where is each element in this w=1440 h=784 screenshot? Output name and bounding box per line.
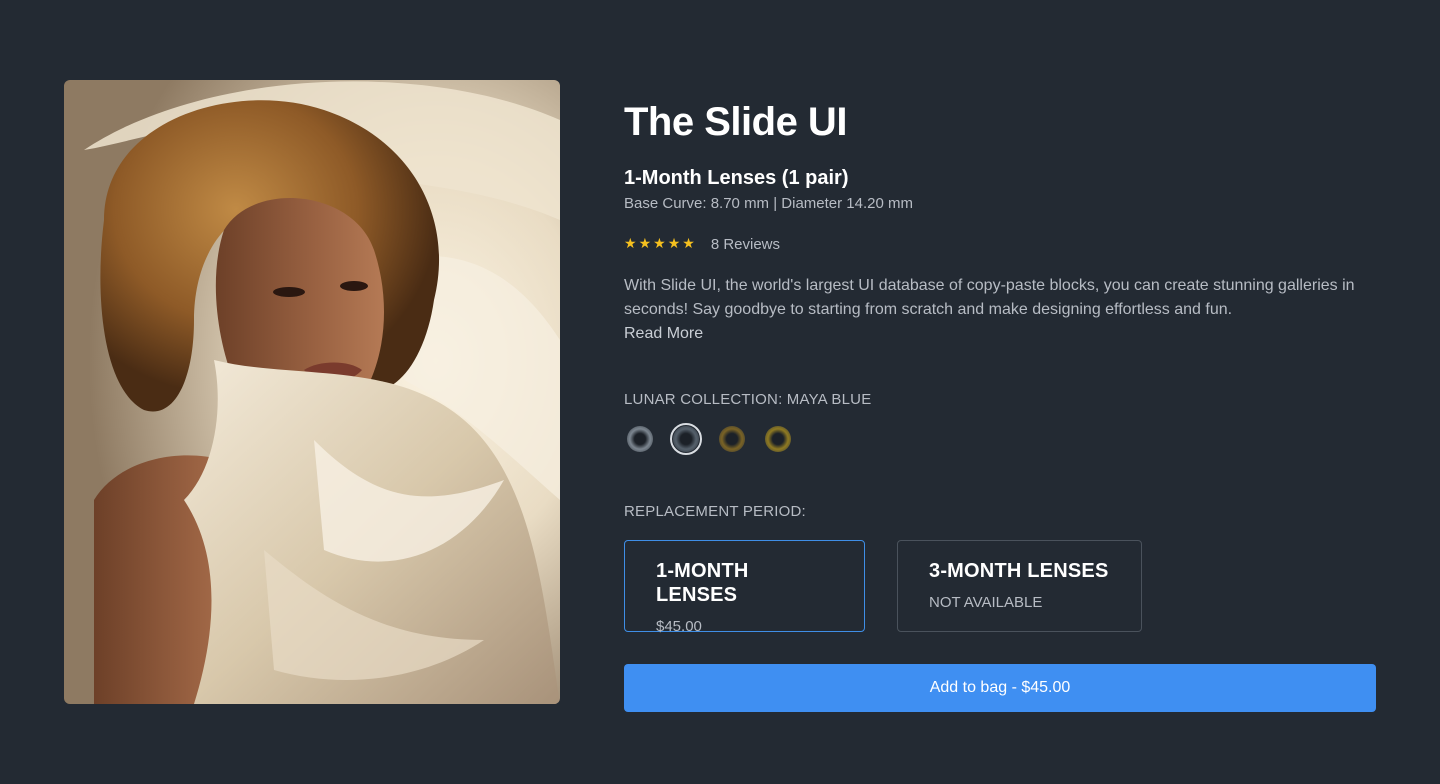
description-text: With Slide UI, the world's largest UI da… bbox=[624, 277, 1355, 318]
option-title: 1-MONTH LENSES bbox=[656, 560, 749, 606]
lens-icon bbox=[627, 426, 653, 452]
replacement-period-label: REPLACEMENT PERIOD: bbox=[624, 503, 806, 520]
star-icon: ★ bbox=[682, 236, 695, 252]
product-image bbox=[64, 80, 560, 704]
option-1-month[interactable]: 1-MONTH LENSES $45.00 bbox=[624, 540, 865, 635]
lens-icon bbox=[673, 426, 699, 452]
swatch-hazel[interactable] bbox=[716, 423, 748, 455]
star-icon: ★ bbox=[667, 236, 681, 252]
collection-label: LUNAR COLLECTION: MAYA BLUE bbox=[624, 391, 872, 408]
product-info: The Slide UI 1-Month Lenses (1 pair) Bas… bbox=[624, 96, 1376, 712]
option-title: 3-MONTH LENSES bbox=[929, 560, 1109, 582]
rating-stars: ★ ★ ★ ★ ★ bbox=[624, 237, 695, 251]
replacement-options: 1-MONTH LENSES $45.00 3-MONTH LENSES NOT… bbox=[624, 540, 1376, 635]
swatch-maya-blue[interactable] bbox=[670, 423, 702, 455]
option-3-month[interactable]: 3-MONTH LENSES NOT AVAILABLE bbox=[897, 540, 1142, 632]
color-swatches bbox=[624, 422, 1376, 456]
swatch-gold[interactable] bbox=[762, 423, 794, 455]
reviews-link[interactable]: 8 Reviews bbox=[711, 236, 780, 253]
lens-icon bbox=[765, 426, 791, 452]
option-price: $45.00 bbox=[656, 618, 702, 635]
star-icon: ★ bbox=[624, 236, 637, 252]
product-specs: Base Curve: 8.70 mm | Diameter 14.20 mm bbox=[624, 195, 913, 212]
read-more-link[interactable]: Read More bbox=[624, 325, 703, 342]
star-icon: ★ bbox=[653, 236, 666, 252]
option-availability: NOT AVAILABLE bbox=[929, 594, 1043, 611]
add-to-bag-button[interactable]: Add to bag - $45.00 bbox=[624, 664, 1376, 712]
product-description: With Slide UI, the world's largest UI da… bbox=[624, 274, 1376, 346]
portrait-photo-icon bbox=[64, 80, 560, 704]
swatch-grey[interactable] bbox=[624, 423, 656, 455]
product-page: The Slide UI 1-Month Lenses (1 pair) Bas… bbox=[0, 0, 1440, 784]
lens-icon bbox=[719, 426, 745, 452]
star-icon: ★ bbox=[638, 236, 652, 252]
rating: ★ ★ ★ ★ ★ 8 Reviews bbox=[624, 234, 1376, 254]
product-title: The Slide UI bbox=[624, 100, 847, 144]
product-subtitle: 1-Month Lenses (1 pair) bbox=[624, 167, 849, 189]
